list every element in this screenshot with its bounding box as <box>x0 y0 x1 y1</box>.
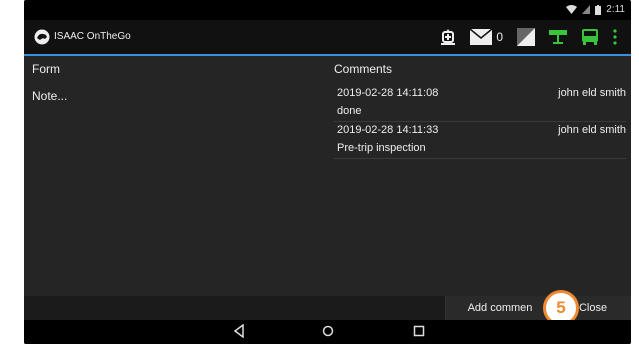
network-button[interactable] <box>549 26 567 48</box>
signal-status-icon <box>517 28 535 46</box>
network-icon <box>549 30 567 44</box>
comment-text: done <box>337 105 362 117</box>
truck-icon <box>582 29 598 45</box>
app-title: ISAAC OnTheGo <box>54 31 131 42</box>
mail-button[interactable]: 0 <box>470 26 503 48</box>
form-header: Form <box>32 62 60 76</box>
form-note[interactable]: Note... <box>32 89 332 103</box>
device-screen: 2:11 ISAAC OnTheGo 0 Form Note... Commen… <box>24 0 631 344</box>
comment-author: john eld smith <box>558 124 626 136</box>
status-time: 2:11 <box>606 4 625 15</box>
alarm-icon <box>441 29 456 45</box>
more-icon <box>613 29 617 45</box>
status-bar: 2:11 <box>24 0 631 20</box>
action-bar: Add commen Close <box>24 296 631 320</box>
signal-icon <box>582 5 591 14</box>
alarm-button[interactable] <box>440 26 456 48</box>
system-nav-bar <box>24 320 631 344</box>
battery-icon <box>595 4 602 15</box>
truck-button[interactable] <box>581 26 599 48</box>
comments-header: Comments <box>334 62 393 76</box>
add-comment-button[interactable]: Add commen <box>445 296 554 320</box>
form-column: Form Note... <box>32 62 332 103</box>
back-icon[interactable] <box>233 324 245 338</box>
overflow-menu-button[interactable] <box>613 26 617 48</box>
mail-count: 0 <box>496 30 503 44</box>
comment-author: john eld smith <box>558 87 626 99</box>
comment-item[interactable]: 2019-02-28 14:11:33 john eld smith Pre-t… <box>334 122 626 159</box>
comment-text: Pre-trip inspection <box>337 142 426 154</box>
comment-timestamp: 2019-02-28 14:11:33 <box>337 124 439 136</box>
wifi-icon <box>566 5 578 14</box>
home-icon[interactable] <box>322 324 334 338</box>
signal-button[interactable] <box>517 26 535 48</box>
comment-item[interactable]: 2019-02-28 14:11:08 john eld smith done <box>334 85 626 122</box>
recents-icon[interactable] <box>413 324 425 338</box>
content-area: Form Note... Comments 2019-02-28 14:11:0… <box>24 56 631 296</box>
comments-column: Comments 2019-02-28 14:11:08 john eld sm… <box>334 62 626 159</box>
mail-icon <box>470 29 493 45</box>
comment-timestamp: 2019-02-28 14:11:08 <box>337 87 439 99</box>
logo-icon <box>34 29 50 45</box>
app-bar: ISAAC OnTheGo 0 <box>24 20 631 56</box>
